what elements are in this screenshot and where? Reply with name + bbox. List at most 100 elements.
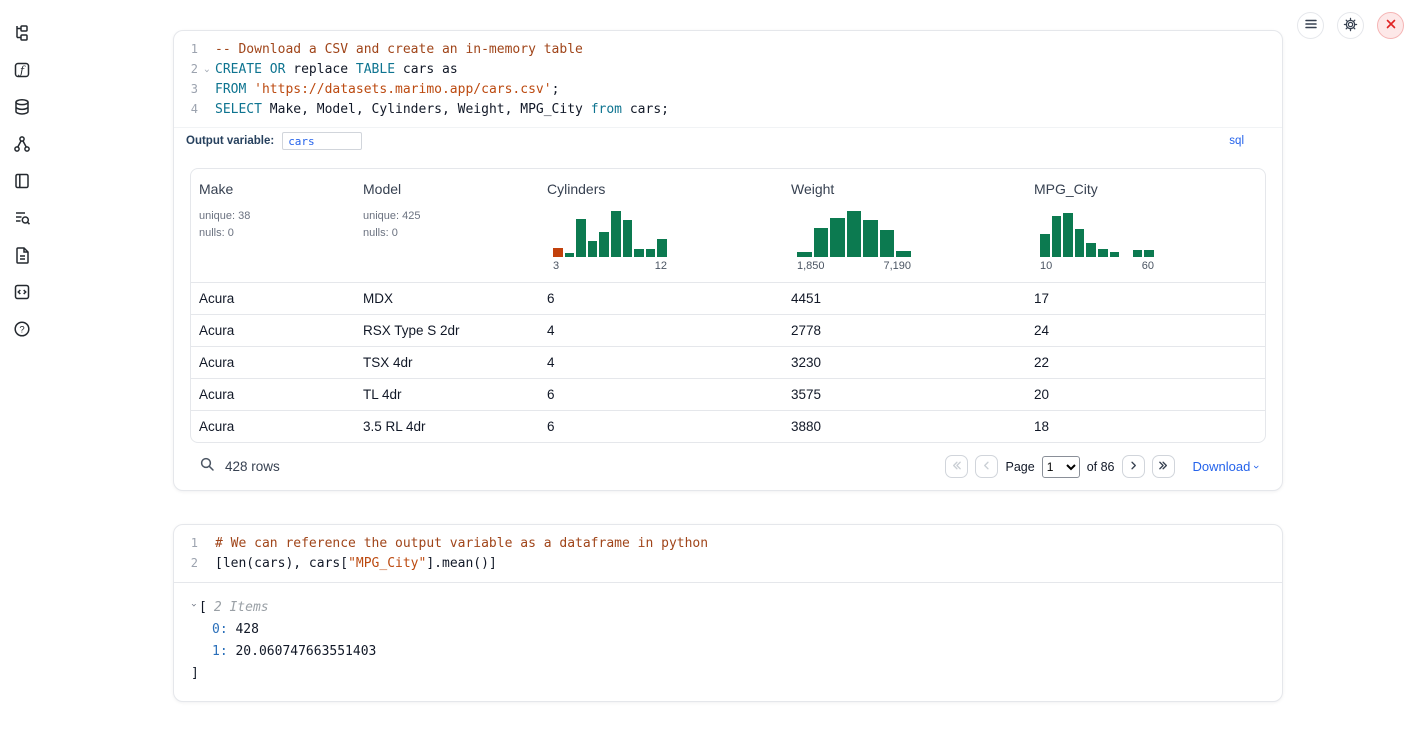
- histogram-bar: [588, 241, 598, 257]
- histogram-bar: [565, 253, 575, 257]
- histogram-bar: [599, 232, 609, 257]
- table-row[interactable]: AcuraMDX6445117: [191, 283, 1265, 315]
- column-name: MPG_City: [1034, 181, 1255, 197]
- sidebar-item-help[interactable]: ?: [11, 318, 33, 340]
- sidebar-item-file-explorer[interactable]: [11, 22, 33, 44]
- table-cell: 3.5 RL 4dr: [355, 411, 539, 443]
- chevron-down-icon: ›: [1250, 465, 1262, 469]
- code-line[interactable]: 2›CREATE OR replace TABLE cars as: [174, 60, 1282, 81]
- code-line[interactable]: 1 # We can reference the output variable …: [174, 534, 1282, 554]
- column-name: Cylinders: [547, 181, 773, 197]
- table-footer: 428 rows Page: [174, 449, 1282, 490]
- code-token: ;: [552, 82, 560, 97]
- code-editor[interactable]: 1 # We can reference the output variable …: [174, 525, 1282, 581]
- table-cell: Acura: [191, 315, 355, 347]
- code-token: ].mean()]: [426, 556, 496, 571]
- code-token: "MPG_City": [348, 556, 426, 571]
- histogram-bar: [553, 248, 563, 257]
- code-token: [246, 82, 254, 97]
- scratchpad-icon: ƒ: [13, 61, 31, 79]
- histogram-axis: 1,8507,190: [797, 260, 911, 272]
- code-box-icon: [13, 283, 31, 301]
- sidebar-item-dependency-graph[interactable]: [11, 133, 33, 155]
- tree-entries: 0: 4281: 20.060747663551403: [174, 619, 1282, 663]
- last-page-button[interactable]: [1152, 455, 1175, 478]
- chevrons-right-icon: [1157, 459, 1170, 475]
- table-row[interactable]: Acura3.5 RL 4dr6388018: [191, 411, 1265, 443]
- code-line[interactable]: 1-- Download a CSV and create an in-memo…: [174, 40, 1282, 60]
- code-token: CREATE: [215, 62, 262, 77]
- table-row[interactable]: AcuraRSX Type S 2dr4277824: [191, 315, 1265, 347]
- histogram-bar: [1075, 229, 1085, 257]
- sidebar-item-scratchpad[interactable]: ƒ: [11, 59, 33, 81]
- sidebar: ƒ: [0, 0, 44, 340]
- column-header-make[interactable]: Makeunique: 38nulls: 0: [191, 169, 355, 283]
- page-select[interactable]: 1: [1042, 456, 1080, 478]
- tree-value: 20.060747663551403: [228, 644, 377, 659]
- collapse-chevron-icon[interactable]: ›: [182, 602, 204, 614]
- histogram-axis: 312: [553, 260, 667, 272]
- column-header-cylinders[interactable]: Cylinders 312: [539, 169, 783, 283]
- table-row[interactable]: AcuraTL 4dr6357520: [191, 379, 1265, 411]
- histogram-bar: [1040, 234, 1050, 257]
- chevrons-left-icon: [950, 459, 963, 475]
- code-token: [262, 62, 270, 77]
- table-cell: 18: [1026, 411, 1265, 443]
- histogram-bar: [797, 252, 812, 257]
- download-button[interactable]: Download ›: [1193, 459, 1259, 474]
- window-controls: [1297, 12, 1404, 39]
- code-line[interactable]: 3FROM 'https://datasets.marimo.app/cars.…: [174, 80, 1282, 100]
- code-line[interactable]: 4SELECT Make, Model, Cylinders, Weight, …: [174, 100, 1282, 120]
- histogram-bar: [1144, 250, 1154, 257]
- settings-button[interactable]: [1337, 12, 1364, 39]
- table-cell: 6: [539, 411, 783, 443]
- histogram-bar: [1110, 252, 1120, 257]
- search-icon[interactable]: [199, 456, 215, 477]
- table-row[interactable]: AcuraTSX 4dr4323022: [191, 347, 1265, 379]
- tree-entry: 0: 428: [174, 619, 1282, 641]
- output-variable-input[interactable]: [282, 132, 362, 150]
- column-histogram[interactable]: 312: [553, 209, 667, 272]
- menu-button[interactable]: [1297, 12, 1324, 39]
- column-histogram[interactable]: 1,8507,190: [797, 209, 911, 272]
- table-cell: MDX: [355, 283, 539, 315]
- line-number: 2: [174, 554, 198, 574]
- sidebar-item-outline[interactable]: [11, 170, 33, 192]
- code-line[interactable]: 2[len(cars), cars["MPG_City"].mean()]: [174, 554, 1282, 574]
- code-token: TABLE: [356, 62, 395, 77]
- code-editor[interactable]: 1-- Download a CSV and create an in-memo…: [174, 31, 1282, 127]
- code-token: # We can reference the output variable a…: [215, 536, 708, 551]
- sidebar-item-logs[interactable]: [11, 207, 33, 229]
- column-header-model[interactable]: Modelunique: 425nulls: 0: [355, 169, 539, 283]
- table-cell: 17: [1026, 283, 1265, 315]
- page-total: of 86: [1087, 460, 1115, 474]
- code-token: FROM: [215, 82, 246, 97]
- table-cell: 3230: [783, 347, 1026, 379]
- table-cell: 22: [1026, 347, 1265, 379]
- language-badge: sql: [1229, 135, 1244, 147]
- close-button[interactable]: [1377, 12, 1404, 39]
- output-variable-row: Output variable: sql: [174, 127, 1282, 156]
- next-page-button[interactable]: [1122, 455, 1145, 478]
- output-variable-label: Output variable:: [186, 135, 274, 147]
- table-cell: 4: [539, 315, 783, 347]
- prev-page-button[interactable]: [975, 455, 998, 478]
- sql-cell: 1-- Download a CSV and create an in-memo…: [173, 30, 1283, 491]
- sidebar-item-data-sources[interactable]: [11, 96, 33, 118]
- sidebar-item-snippets[interactable]: [11, 281, 33, 303]
- fold-chevron-icon[interactable]: ›: [198, 61, 215, 81]
- column-header-weight[interactable]: Weight1,8507,190: [783, 169, 1026, 283]
- python-cell: 1 # We can reference the output variable …: [173, 524, 1283, 701]
- column-stats: unique: 38nulls: 0: [199, 208, 345, 242]
- histogram-bar: [1086, 243, 1096, 257]
- sidebar-item-documentation[interactable]: [11, 244, 33, 266]
- column-name: Model: [363, 181, 529, 197]
- search-list-icon: [13, 209, 31, 227]
- line-number: 1: [174, 534, 198, 554]
- column-histogram[interactable]: 1060: [1040, 209, 1154, 272]
- close-icon: [1385, 18, 1397, 33]
- database-icon: [13, 98, 31, 116]
- table-cell: 3575: [783, 379, 1026, 411]
- first-page-button[interactable]: [945, 455, 968, 478]
- column-header-mpg_city[interactable]: MPG_City 1060: [1026, 169, 1265, 283]
